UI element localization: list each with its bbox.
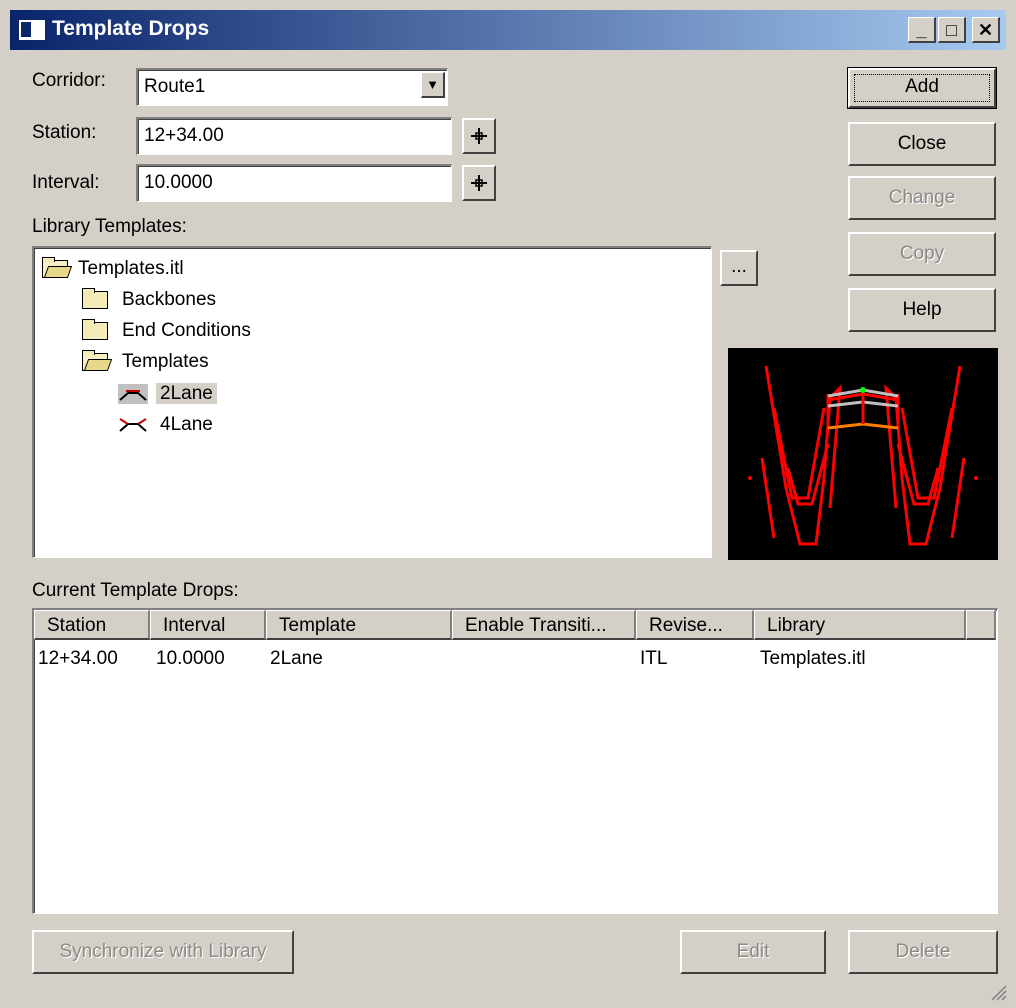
- tree-item-label: Templates: [122, 351, 209, 372]
- help-button[interactable]: Help: [848, 288, 996, 332]
- add-button[interactable]: Add: [847, 67, 997, 109]
- change-button-label: Change: [888, 187, 956, 208]
- column-header-library[interactable]: Library: [754, 610, 966, 640]
- edit-button[interactable]: Edit: [680, 930, 826, 974]
- tree-item-label: 4Lane: [160, 414, 213, 435]
- focus-rect: [854, 74, 990, 102]
- synchronize-with-library-button[interactable]: Synchronize with Library: [32, 930, 294, 974]
- template-preview: [728, 348, 998, 560]
- column-header-enable-transition[interactable]: Enable Transiti...: [452, 610, 636, 640]
- resize-grip-icon[interactable]: [988, 982, 1008, 1002]
- browse-library-button[interactable]: ...: [720, 250, 758, 286]
- chevron-down-icon[interactable]: ▼: [421, 72, 445, 98]
- station-value: 12+34.00: [144, 125, 224, 146]
- window-title: Template Drops: [52, 17, 210, 40]
- help-button-label: Help: [902, 299, 942, 320]
- tree-item-end-conditions[interactable]: End Conditions: [82, 318, 251, 344]
- tree-item-2lane[interactable]: 2Lane: [118, 381, 217, 407]
- station-pick-button[interactable]: [462, 118, 496, 154]
- folder-icon: [82, 319, 108, 340]
- template-icon: [118, 384, 148, 404]
- close-button[interactable]: Close: [848, 122, 996, 166]
- template-preview-drawing: [748, 365, 978, 546]
- tree-item-label: Backbones: [122, 289, 217, 310]
- interval-pick-button[interactable]: [462, 165, 496, 201]
- station-input[interactable]: 12+34.00: [136, 117, 452, 155]
- interval-input[interactable]: 10.0000: [136, 164, 452, 202]
- tree-item-root[interactable]: Templates.itl: [42, 256, 184, 282]
- folder-icon: [82, 288, 108, 309]
- minimize-button[interactable]: _: [908, 17, 936, 43]
- tree-item-label: End Conditions: [122, 320, 251, 341]
- current-drops-label: Current Template Drops:: [32, 580, 239, 601]
- delete-button[interactable]: Delete: [848, 930, 998, 974]
- close-button-label: Close: [897, 133, 947, 154]
- cell-revised: ITL: [640, 648, 668, 669]
- column-header-station[interactable]: Station: [34, 610, 150, 640]
- template-drops-dialog: Template Drops _ □ ✕ Corridor: Route1 ▼ …: [0, 0, 1016, 1008]
- tree-item-4lane[interactable]: 4Lane: [118, 412, 217, 438]
- folder-open-icon: [42, 257, 68, 278]
- interval-value: 10.0000: [144, 172, 213, 193]
- template-icon: [119, 418, 147, 432]
- close-window-button[interactable]: ✕: [972, 17, 1000, 43]
- browse-label: ...: [731, 256, 747, 277]
- copy-button-label: Copy: [899, 243, 945, 264]
- column-header-interval[interactable]: Interval: [150, 610, 266, 640]
- tree-item-templates[interactable]: Templates: [82, 349, 209, 375]
- cell-library: Templates.itl: [760, 648, 866, 669]
- corridor-value: Route1: [144, 76, 206, 97]
- change-button[interactable]: Change: [848, 176, 996, 220]
- cell-station: 12+34.00: [38, 648, 118, 669]
- library-templates-label: Library Templates:: [32, 216, 187, 237]
- title-bar[interactable]: Template Drops _ □ ✕: [10, 10, 1006, 50]
- interval-label: Interval:: [32, 172, 100, 193]
- corridor-label: Corridor:: [32, 70, 106, 91]
- maximize-button[interactable]: □: [938, 17, 966, 43]
- column-header-revised[interactable]: Revise...: [636, 610, 754, 640]
- delete-button-label: Delete: [895, 941, 951, 962]
- app-icon: [18, 19, 46, 41]
- drops-table[interactable]: Station Interval Template Enable Transit…: [32, 608, 998, 914]
- folder-open-icon: [82, 350, 108, 371]
- crosshair-icon: [471, 128, 487, 144]
- corridor-select[interactable]: Route1 ▼: [136, 68, 448, 106]
- column-header-spacer: [966, 610, 996, 640]
- column-header-template[interactable]: Template: [266, 610, 452, 640]
- edit-button-label: Edit: [736, 941, 770, 962]
- tree-item-backbones[interactable]: Backbones: [82, 287, 216, 313]
- station-label: Station:: [32, 122, 97, 143]
- tree-root-label: Templates.itl: [78, 258, 184, 279]
- library-tree[interactable]: Templates.itl Backbones End Conditions T…: [32, 246, 712, 558]
- cell-interval: 10.0000: [156, 648, 225, 669]
- crosshair-icon: [471, 175, 487, 191]
- copy-button[interactable]: Copy: [848, 232, 996, 276]
- sync-button-label: Synchronize with Library: [59, 941, 267, 962]
- tree-item-label: 2Lane: [156, 383, 217, 404]
- cell-template: 2Lane: [270, 648, 323, 669]
